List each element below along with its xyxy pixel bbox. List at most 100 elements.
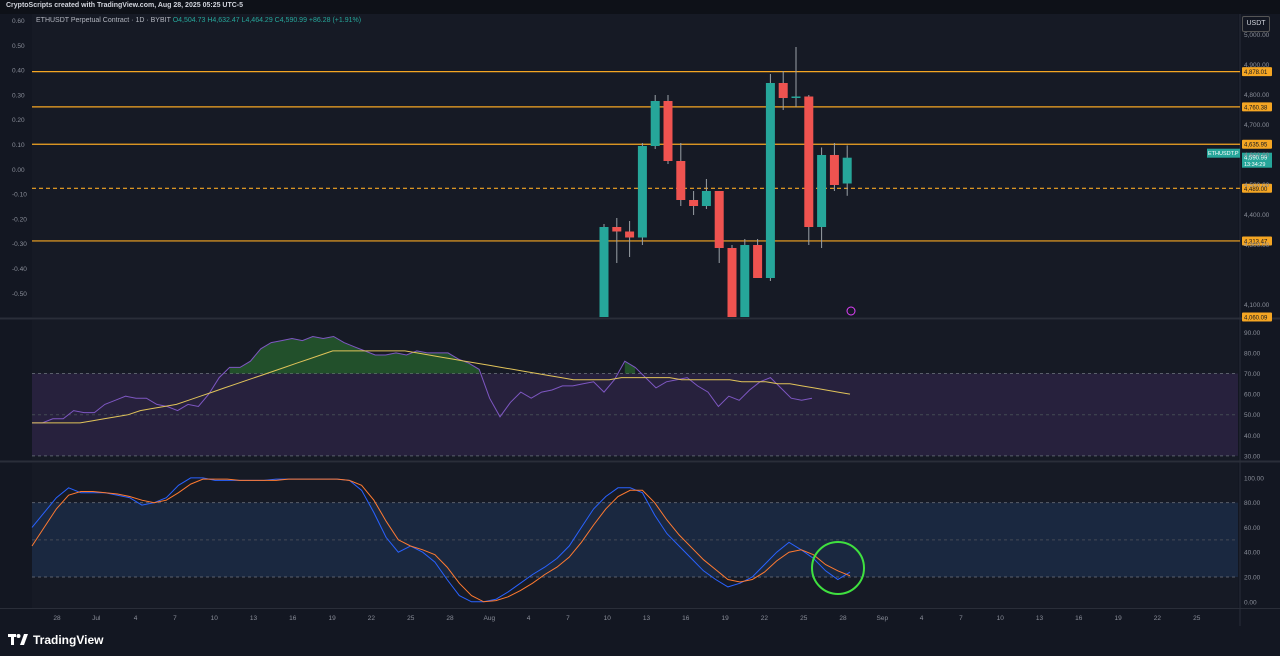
rsi-axis-tick: 70.00 [1244,371,1261,378]
price-axis-tick: 4,900.00 [1244,62,1270,69]
time-axis-tick: 16 [682,615,690,622]
time-axis-tick: 4 [527,615,531,622]
time-axis-tick: 7 [959,615,963,622]
stoch-axis-tick: 40.00 [1244,550,1261,557]
time-axis-tick: 10 [211,615,219,622]
time-axis-tick: Jul [92,615,101,622]
time-axis-tick: Sep [877,615,889,622]
rsi-axis-tick: 50.00 [1244,412,1261,419]
time-axis-tick: 7 [566,615,570,622]
candle-body [765,83,775,278]
stoch-axis-tick: 100.00 [1244,475,1264,482]
left-axis-tick: 0.20 [12,117,25,124]
candle-body [663,101,673,161]
price-axis-tick: 4,300.00 [1244,242,1270,249]
time-axis-tick: 28 [839,615,847,622]
price-axis-tick: 5,000.00 [1244,32,1270,39]
stoch-axis-tick: 20.00 [1244,575,1261,582]
tradingview-logo-icon [8,634,28,645]
time-axis-tick: 10 [997,615,1005,622]
time-axis-tick: 4 [134,615,138,622]
time-axis-tick: 19 [1114,615,1122,622]
bottom-bar [0,626,1280,656]
level-price-label: 4,760.38 [1244,105,1268,111]
candle-body [612,227,622,232]
time-axis-tick: 28 [53,615,61,622]
price-axis-tick: 4,400.00 [1244,212,1270,219]
price-axis-tick: 4,500.00 [1244,182,1270,189]
candle-body [817,155,827,227]
time-axis-tick: 28 [446,615,454,622]
tradingview-logo[interactable]: TradingView [8,633,103,647]
candle-body [727,248,737,317]
time-axis-tick: 22 [761,615,769,622]
symbol-name: ETHUSDT Perpetual Contract · 1D · BYBIT [36,17,171,24]
price-axis-tick: 4,600.00 [1244,152,1270,159]
level-price-label: 4,060.09 [1244,315,1268,321]
price-axis-tick: 4,800.00 [1244,92,1270,99]
ohlc-values: O4,504.73 H4,632.47 L4,464.29 C4,590.99 … [172,17,362,24]
countdown-label: 13:34:29 [1244,162,1265,168]
time-axis-tick: 7 [173,615,177,622]
left-axis-tick: -0.20 [12,216,27,223]
candle-body [753,245,763,278]
ticker-label: ETHUSDT.P [1208,151,1239,157]
left-axis-tick: -0.40 [12,266,27,273]
candle-body [829,155,839,185]
time-axis-tick: 16 [1075,615,1083,622]
price-axis-tick: 4,100.00 [1244,302,1270,309]
candle-body [791,96,801,98]
stoch-axis-tick: 80.00 [1244,500,1261,507]
time-axis-tick: 19 [721,615,729,622]
time-axis-tick: Aug [484,615,496,622]
left-axis-tick: 0.10 [12,142,25,149]
time-axis-tick: 4 [920,615,924,622]
symbol-legend: ETHUSDT Perpetual Contract · 1D · BYBIT … [36,17,361,24]
time-axis-tick: 13 [643,615,651,622]
candle-body [804,96,814,227]
time-axis-tick: 10 [604,615,612,622]
candle-body [650,101,660,146]
rsi-axis-tick: 40.00 [1244,433,1261,440]
candle-body [842,157,852,184]
candle-body [714,191,724,248]
stoch-axis-tick: 0.00 [1244,599,1257,606]
time-axis-tick: 25 [407,615,415,622]
candle-body [637,146,647,238]
price-pane [32,14,1238,317]
left-axis-tick: 0.50 [12,43,25,50]
left-axis-tick: 0.30 [12,92,25,99]
time-axis-tick: 22 [368,615,376,622]
candle-body [625,231,635,238]
time-axis-tick: 13 [1036,615,1044,622]
candle-body [701,191,711,206]
candle-body [778,83,788,98]
left-axis-tick: -0.30 [12,241,27,248]
rsi-axis-tick: 60.00 [1244,392,1261,399]
time-axis-tick: 13 [250,615,258,622]
candle-body [599,227,609,317]
rsi-axis-tick: 80.00 [1244,350,1261,357]
level-price-label: 4,878.01 [1244,70,1268,76]
candle-body [676,161,686,200]
candle-body [740,245,750,317]
time-axis-tick: 25 [800,615,808,622]
left-axis-tick: 0.60 [12,18,25,25]
brand-name: TradingView [33,633,104,647]
left-axis-tick: 0.00 [12,167,25,174]
rsi-axis-tick: 90.00 [1244,330,1261,337]
chart-canvas[interactable]: 4,878.014,760.384,635.954,489.004,313.47… [0,0,1280,626]
left-axis-tick: 0.40 [12,68,25,75]
left-axis-tick: -0.10 [12,192,27,199]
price-axis-tick: 4,700.00 [1244,122,1270,129]
level-price-label: 4,635.95 [1244,143,1268,149]
time-axis-tick: 25 [1193,615,1201,622]
time-axis-tick: 16 [289,615,297,622]
currency-button[interactable]: USDT [1242,16,1270,32]
stoch-axis-tick: 60.00 [1244,525,1261,532]
time-axis-tick: 22 [1154,615,1162,622]
left-axis-tick: -0.50 [12,291,27,298]
candle-body [689,200,699,206]
rsi-axis-tick: 30.00 [1244,453,1261,460]
time-axis-tick: 19 [328,615,336,622]
